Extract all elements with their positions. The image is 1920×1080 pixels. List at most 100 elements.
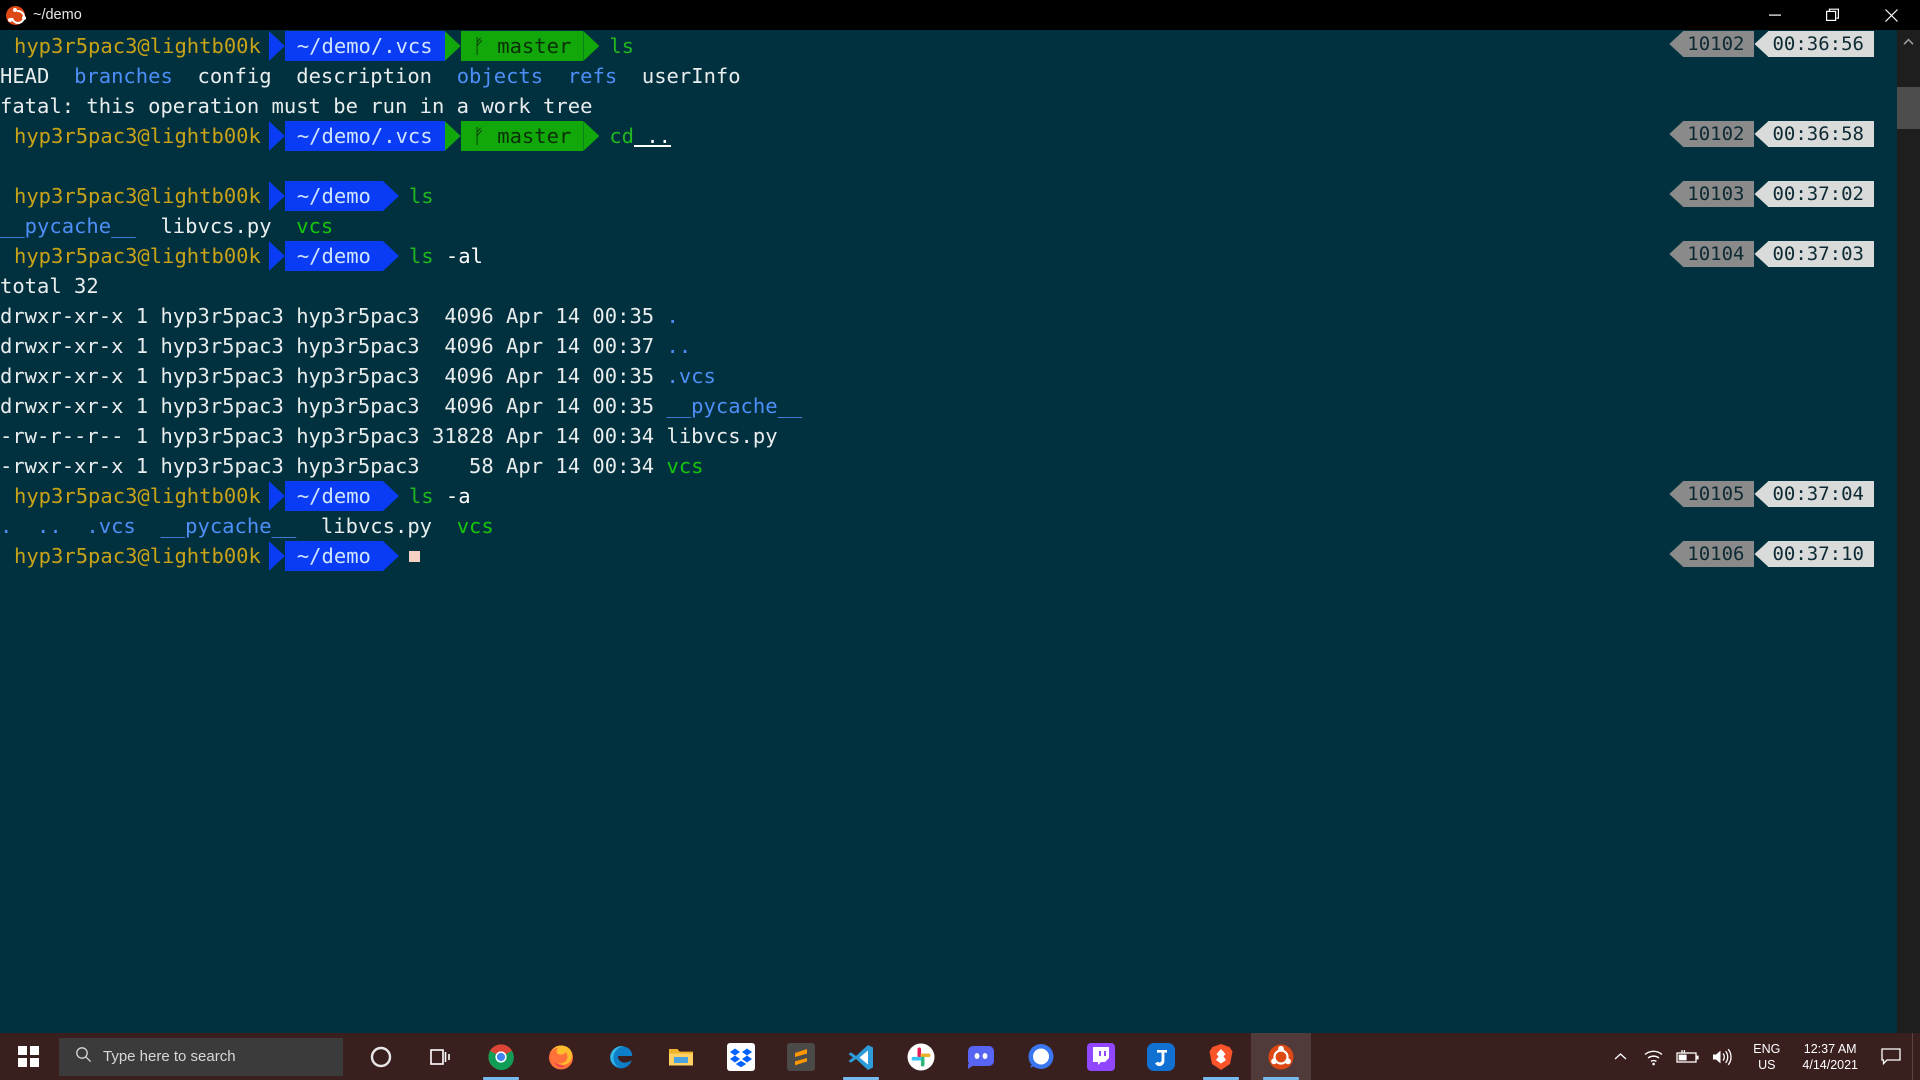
- prompt-user-host: hyp3r5pac3@lightb00k: [14, 124, 261, 148]
- output-token: __pycache__: [160, 514, 297, 538]
- clock-time: 12:37 AM: [1803, 1041, 1857, 1056]
- output-token: drwxr-xr-x 1 hyp3r5pac3 hyp3r5pac3 4096 …: [0, 304, 667, 328]
- taskbar-item-dropbox[interactable]: [711, 1033, 771, 1080]
- taskbar-item-file-explorer[interactable]: [651, 1033, 711, 1080]
- badge-time: 00:37:03: [1768, 241, 1874, 267]
- powerline-prompt: hyp3r5pac3@lightb00k ~/demo: [0, 181, 399, 211]
- terminal-output-line: -rwxr-xr-x 1 hyp3r5pac3 hyp3r5pac3 58 Ap…: [0, 451, 1897, 481]
- file-explorer-icon: [669, 1048, 693, 1065]
- wifi-icon[interactable]: [1637, 1033, 1671, 1080]
- windows-taskbar: Type here to search ENG US 12:37 AM 4/14…: [0, 1033, 1920, 1080]
- clock[interactable]: 12:37 AM 4/14/2021: [1790, 1033, 1870, 1080]
- taskbar-item-twitch[interactable]: [1071, 1033, 1131, 1080]
- taskbar-item-task-view[interactable]: [411, 1033, 471, 1080]
- language-line-2: US: [1758, 1057, 1776, 1072]
- start-button[interactable]: [0, 1033, 57, 1080]
- terminal-output-line: -rw-r--r-- 1 hyp3r5pac3 hyp3r5pac3 31828…: [0, 421, 1897, 451]
- taskbar-item-firefox[interactable]: [531, 1033, 591, 1080]
- ubuntu-icon: [1268, 1044, 1294, 1069]
- terminal-output[interactable]: hyp3r5pac3@lightb00k ~/demo/.vcs ᚠ master l…: [0, 30, 1897, 1042]
- command-timestamp-badge: 10106 00:37:10: [1669, 541, 1874, 567]
- prompt-arrow-path: [268, 181, 285, 211]
- taskbar-item-vs-code[interactable]: [831, 1033, 891, 1080]
- taskbar-item-edge[interactable]: [591, 1033, 651, 1080]
- terminal-command-argument: ..: [634, 124, 672, 148]
- prompt-path: ~/demo/.vcs: [284, 121, 445, 151]
- sublime-text-icon: [787, 1042, 815, 1071]
- taskbar-item-joplin[interactable]: [1131, 1033, 1191, 1080]
- taskbar-item-discord[interactable]: [951, 1033, 1011, 1080]
- badge-arrow-left: [1669, 181, 1684, 207]
- taskbar-item-signal[interactable]: [1011, 1033, 1071, 1080]
- output-token: ..: [666, 334, 692, 358]
- cortana-icon: [370, 1046, 392, 1067]
- output-token: [272, 61, 297, 91]
- terminal-prompt-line: hyp3r5pac3@lightb00k ~/demo 10106 00:37:10: [0, 541, 1897, 571]
- badge-command-id: 10105: [1683, 481, 1755, 507]
- powerline-prompt: hyp3r5pac3@lightb00k ~/demo: [0, 541, 399, 571]
- output-token: refs: [567, 64, 618, 88]
- scrollbar-up-arrow-icon[interactable]: [1897, 30, 1920, 53]
- terminal-output-line: drwxr-xr-x 1 hyp3r5pac3 hyp3r5pac3 4096 …: [0, 301, 1897, 331]
- terminal-scrollbar[interactable]: [1897, 30, 1920, 1042]
- notification-center-icon[interactable]: [1870, 1033, 1912, 1080]
- dropbox-icon: [727, 1042, 755, 1071]
- taskbar-item-brave[interactable]: [1191, 1033, 1251, 1080]
- maximize-button[interactable]: [1804, 0, 1862, 30]
- output-token: config: [197, 64, 272, 88]
- badge-command-id: 10103: [1683, 181, 1755, 207]
- terminal-output-line: HEAD branches config description objects…: [0, 61, 1897, 91]
- window-controls: [1746, 0, 1920, 30]
- prompt-git-branch: ᚠ master: [460, 31, 584, 61]
- command-timestamp-badge: 10102 00:36:56: [1669, 31, 1874, 57]
- badge-arrow-left: [1669, 241, 1684, 267]
- tray-chevron-up-icon[interactable]: [1603, 1033, 1637, 1080]
- output-token: [543, 61, 568, 91]
- system-tray: ENG US 12:37 AM 4/14/2021: [1603, 1033, 1920, 1080]
- taskbar-item-chrome[interactable]: [471, 1033, 531, 1080]
- badge-command-id: 10104: [1683, 241, 1755, 267]
- command-timestamp-badge: 10105 00:37:04: [1669, 481, 1874, 507]
- command-timestamp-badge: 10104 00:37:03: [1669, 241, 1874, 267]
- window-titlebar[interactable]: ~/demo: [0, 0, 1920, 30]
- minimize-button[interactable]: [1746, 0, 1804, 30]
- output-token: ..: [37, 514, 62, 538]
- terminal-output-line: drwxr-xr-x 1 hyp3r5pac3 hyp3r5pac3 4096 …: [0, 361, 1897, 391]
- search-icon: [75, 1046, 92, 1067]
- volume-icon[interactable]: [1705, 1033, 1739, 1080]
- prompt-arrow-git: [444, 31, 461, 61]
- output-token: [173, 61, 198, 91]
- output-token: [136, 211, 161, 241]
- taskbar-item-cortana[interactable]: [351, 1033, 411, 1080]
- badge-time: 00:37:02: [1768, 181, 1874, 207]
- brave-icon: [1209, 1043, 1233, 1070]
- badge-command-id: 10102: [1683, 31, 1755, 57]
- language-line-1: ENG: [1753, 1041, 1781, 1056]
- taskbar-item-sublime-text[interactable]: [771, 1033, 831, 1080]
- taskbar-item-ubuntu[interactable]: [1251, 1033, 1311, 1080]
- terminal-prompt-line: hyp3r5pac3@lightb00k ~/demo ls -al 10104 00:…: [0, 241, 1897, 271]
- output-token: [49, 61, 74, 91]
- titlebar-left: ~/demo: [0, 5, 1746, 25]
- output-token: .vcs: [86, 514, 136, 538]
- discord-icon: [968, 1045, 994, 1069]
- command-timestamp-badge: 10103 00:37:02: [1669, 181, 1874, 207]
- output-token: objects: [456, 64, 544, 88]
- terminal-command: cd: [609, 124, 634, 148]
- clock-date: 4/14/2021: [1802, 1057, 1858, 1072]
- badge-arrow-mid: [1754, 181, 1769, 207]
- output-token: total 32: [0, 274, 99, 298]
- window-title: ~/demo: [33, 7, 82, 23]
- badge-time: 00:37:04: [1768, 481, 1874, 507]
- language-indicator[interactable]: ENG US: [1739, 1033, 1790, 1080]
- taskbar-item-slack[interactable]: [891, 1033, 951, 1080]
- battery-charging-icon[interactable]: [1671, 1033, 1705, 1080]
- prompt-user-host: hyp3r5pac3@lightb00k: [14, 34, 261, 58]
- output-token: drwxr-xr-x 1 hyp3r5pac3 hyp3r5pac3 4096 …: [0, 364, 667, 388]
- show-desktop-button[interactable]: [1912, 1033, 1920, 1080]
- terminal-output-line: total 32: [0, 271, 1897, 301]
- close-button[interactable]: [1862, 0, 1920, 30]
- search-input[interactable]: Type here to search: [59, 1037, 343, 1076]
- output-token: description: [296, 64, 433, 88]
- scrollbar-thumb[interactable]: [1897, 87, 1920, 129]
